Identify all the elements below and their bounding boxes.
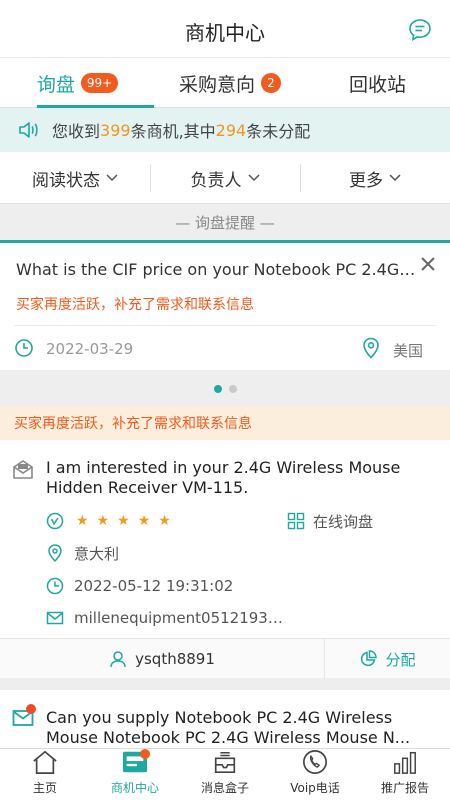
accent-line bbox=[0, 240, 450, 243]
location-pin-icon bbox=[48, 544, 62, 562]
star-rating: ★ ★ ★ ★ ★ bbox=[76, 513, 171, 529]
inquiry-question: Can you supply Notebook PC 2.4G Wireless… bbox=[46, 708, 411, 747]
divider bbox=[14, 325, 436, 326]
tab-label: 采购意向 bbox=[178, 73, 255, 96]
nav-label: 主页 bbox=[32, 781, 57, 795]
nav-label: 商机中心 bbox=[110, 781, 159, 795]
notice-bar: 您收到 399 条商机,其中 294 条未分配 bbox=[0, 108, 450, 152]
chevron-down-icon bbox=[247, 174, 260, 182]
nav-home[interactable]: 主页 bbox=[0, 749, 90, 800]
chevron-down-icon bbox=[106, 174, 118, 182]
bar-chart-icon bbox=[394, 751, 416, 774]
carousel-dot[interactable] bbox=[228, 385, 237, 393]
notice-prefix: 您收到 bbox=[52, 122, 101, 141]
chevron-down-icon bbox=[389, 174, 401, 182]
inquiry-country: 意大利 bbox=[74, 544, 120, 563]
mail-icon bbox=[46, 611, 64, 625]
reminder-heading: — 询盘提醒 — bbox=[175, 213, 275, 232]
reminder-card[interactable]: What is the CIF price on your Notebook P… bbox=[0, 240, 450, 370]
notice-suffix: 条未分配 bbox=[246, 122, 311, 141]
notice-middle: 条商机,其中 bbox=[130, 122, 216, 141]
message-box-icon bbox=[214, 751, 236, 774]
nav-label: 消息盒子 bbox=[200, 781, 249, 795]
total-count: 399 bbox=[100, 120, 131, 140]
speaker-icon bbox=[19, 122, 38, 138]
grid-icon bbox=[287, 512, 305, 530]
inquiry-card[interactable]: I am interested in your 2.4G Wireless Mo… bbox=[0, 440, 450, 679]
rating-icon bbox=[46, 512, 64, 530]
filter-label: 更多 bbox=[349, 170, 383, 191]
star-icon: ★ bbox=[117, 513, 130, 529]
inquiry-datetime: 2022-05-12 19:31:02 bbox=[74, 577, 234, 595]
star-icon: ★ bbox=[137, 513, 151, 529]
inquiry-card[interactable]: Can you supply Notebook PC 2.4G Wireless… bbox=[0, 690, 450, 748]
unread-dot bbox=[26, 704, 36, 714]
filter-more[interactable]: 更多 bbox=[300, 152, 450, 204]
reminder-date: 2022-03-29 bbox=[46, 340, 134, 358]
star-icon: ★ bbox=[96, 513, 110, 529]
phone-icon bbox=[303, 750, 327, 774]
tab-label: 询盘 bbox=[36, 73, 75, 96]
filter-label: 阅读状态 bbox=[32, 170, 100, 191]
clock-icon bbox=[15, 339, 33, 357]
page-title: 商机中心 bbox=[185, 21, 265, 45]
nav-label: Voip电话 bbox=[290, 781, 340, 795]
datetime-row: 2022-05-12 19:31:02 bbox=[46, 575, 233, 597]
reminder-subtitle: 买家再度活跃，补充了需求和联系信息 bbox=[16, 297, 254, 313]
bottom-nav: 主页 商机中心 消息盒子 Voip电话 推广报告 bbox=[0, 748, 450, 800]
unassigned-count: 294 bbox=[215, 120, 247, 140]
notification-dot bbox=[140, 749, 150, 759]
tab-recycle-bin[interactable]: 回收站 bbox=[305, 58, 450, 108]
chat-bubble-icon[interactable] bbox=[408, 18, 432, 42]
star-icon: ★ bbox=[76, 513, 89, 529]
star-icon: ★ bbox=[158, 513, 171, 529]
tab-purchase-intent[interactable]: 采购意向 2 bbox=[155, 58, 305, 108]
inquiry-email[interactable]: millenequipment05121930@y... bbox=[74, 609, 284, 627]
home-icon bbox=[33, 750, 57, 774]
online-inquiry-label: 在线询盘 bbox=[313, 512, 374, 531]
owner-name: ysqth8891 bbox=[135, 650, 215, 668]
nav-business-center[interactable]: 商机中心 bbox=[90, 749, 180, 800]
opened-mail-icon bbox=[13, 460, 33, 479]
owner-field[interactable]: ysqth8891 bbox=[0, 639, 324, 679]
nav-promotion-report[interactable]: 推广报告 bbox=[360, 749, 450, 800]
reminder-country: 美国 bbox=[393, 342, 424, 360]
filter-bar: 阅读状态 负责人 更多 bbox=[0, 152, 450, 204]
location-pin-icon bbox=[363, 337, 379, 359]
close-icon[interactable] bbox=[420, 256, 436, 272]
email-row: millenequipment05121930@y... bbox=[46, 607, 284, 629]
clock-icon bbox=[46, 577, 64, 595]
user-icon bbox=[110, 651, 126, 668]
pie-chart-icon bbox=[361, 650, 378, 667]
nav-label: 推广报告 bbox=[380, 781, 429, 795]
filter-owner[interactable]: 负责人 bbox=[150, 152, 300, 204]
inquiry-question: I am interested in your 2.4G Wireless Mo… bbox=[46, 458, 401, 497]
buyer-active-banner: 买家再度活跃，补充了需求和联系信息 bbox=[0, 406, 450, 440]
assign-button[interactable]: 分配 bbox=[324, 639, 450, 679]
tab-inquiry[interactable]: 询盘 99+ bbox=[0, 58, 155, 108]
tab-label: 回收站 bbox=[348, 73, 406, 96]
count-badge: 99+ bbox=[80, 73, 119, 93]
online-inquiry-tag: 在线询盘 bbox=[287, 510, 373, 532]
filter-read-status[interactable]: 阅读状态 bbox=[0, 152, 150, 204]
country-row: 意大利 bbox=[46, 542, 119, 564]
inquiry-actions: ysqth8891 分配 bbox=[0, 638, 450, 679]
nav-message-box[interactable]: 消息盒子 bbox=[180, 749, 270, 800]
carousel-indicator bbox=[0, 385, 450, 397]
tab-bar: 询盘 99+ 采购意向 2 回收站 bbox=[0, 58, 450, 108]
reminder-question: What is the CIF price on your Notebook P… bbox=[16, 260, 416, 279]
filter-label: 负责人 bbox=[190, 170, 242, 191]
count-badge: 2 bbox=[261, 73, 281, 93]
carousel-dot-active[interactable] bbox=[213, 385, 222, 393]
rating-row: ★ ★ ★ ★ ★ bbox=[46, 510, 171, 532]
app-header: 商机中心 bbox=[0, 0, 450, 58]
nav-voip[interactable]: Voip电话 bbox=[270, 749, 360, 800]
assign-label: 分配 bbox=[385, 650, 416, 669]
